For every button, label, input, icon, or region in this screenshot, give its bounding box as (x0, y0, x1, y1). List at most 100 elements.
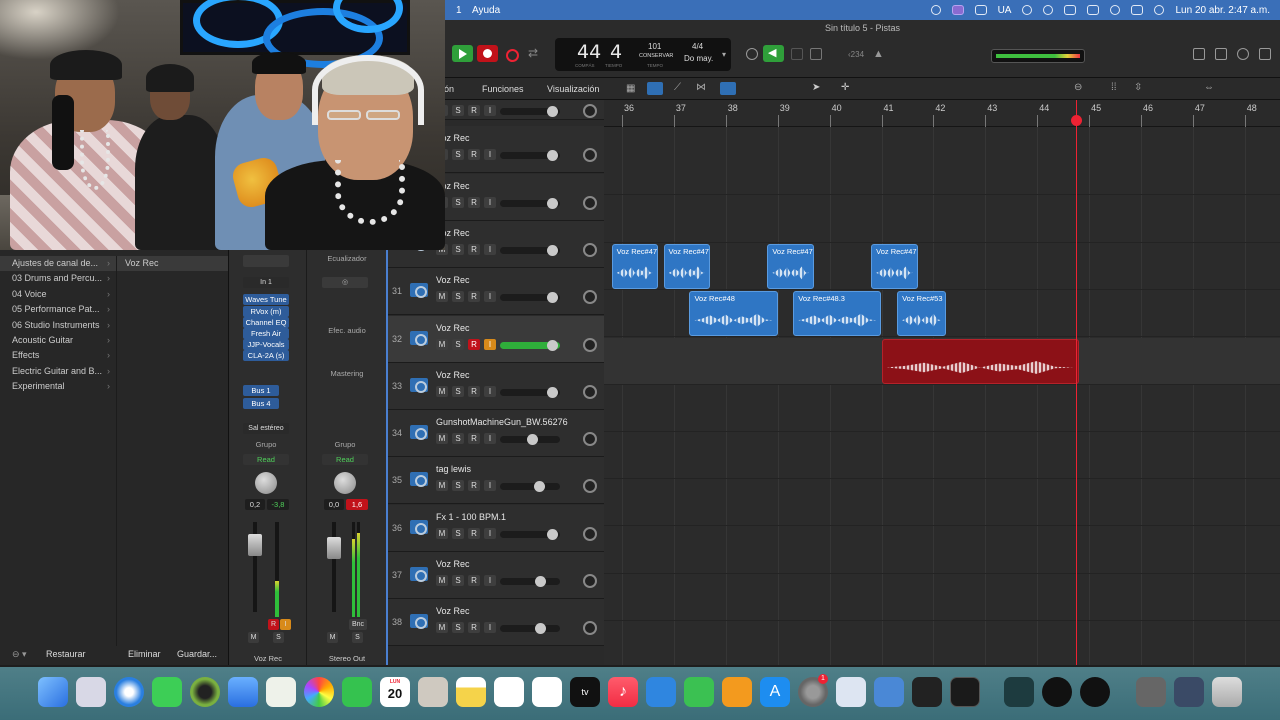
track-mute-button[interactable]: M (436, 385, 448, 397)
track-name[interactable]: Fx 1 - 100 BPM.1 (436, 512, 506, 522)
automation-mode[interactable]: Read (322, 454, 368, 465)
link-icon[interactable]: ◎ (322, 277, 368, 288)
safari-icon[interactable] (114, 677, 144, 707)
track-header[interactable]: 32 Voz Rec M S R I (388, 315, 606, 363)
delete-button[interactable]: Eliminar (128, 649, 161, 659)
view-menu[interactable]: Visualización (547, 84, 599, 94)
wifi-icon[interactable] (1064, 5, 1077, 15)
track-name[interactable]: Voz Rec (436, 323, 470, 333)
track-volume-slider[interactable] (500, 576, 560, 587)
playhead[interactable] (1071, 100, 1083, 665)
track-pan-knob[interactable] (583, 290, 597, 305)
track-volume-slider[interactable] (500, 150, 560, 162)
track-lane[interactable] (604, 574, 1280, 621)
output-slot[interactable]: Sal estéreo (243, 423, 289, 434)
track-input-monitor-button[interactable]: I (484, 433, 496, 445)
track-volume-slider[interactable] (500, 528, 560, 540)
audio-region[interactable]: Voz Rec#47 (871, 243, 918, 289)
library-category[interactable]: 06 Studio Instruments › (0, 318, 116, 333)
track-lane[interactable] (604, 196, 1280, 243)
logic-pro-icon[interactable] (950, 677, 980, 707)
track-input-monitor-button[interactable]: I (484, 149, 496, 161)
track-record-button[interactable]: R (468, 105, 480, 116)
library-category[interactable]: 05 Performance Pat... › (0, 302, 116, 317)
track-solo-button[interactable]: S (452, 385, 464, 397)
input-monitor-button[interactable]: I (280, 619, 291, 630)
track-volume-slider[interactable] (500, 244, 560, 256)
track-record-button[interactable]: R (468, 433, 480, 445)
tuner-icon[interactable] (791, 48, 803, 60)
metronome-speaker-icon[interactable]: ◀ (763, 45, 784, 62)
eq-display[interactable] (243, 255, 289, 267)
track-header[interactable]: 36 Fx 1 - 100 BPM.1 M S R I (388, 504, 606, 552)
track-pan-knob[interactable] (583, 526, 597, 541)
audio-region[interactable]: Voz Rec#48.3 (793, 291, 882, 337)
replace-mode-icon[interactable] (746, 48, 758, 60)
horizontal-zoom-icon[interactable]: ⇔ (1204, 82, 1214, 93)
track-mute-button[interactable]: M (436, 480, 448, 492)
capture-record-icon[interactable] (501, 45, 522, 62)
lcd-chevron-down-icon[interactable]: ▾ (722, 50, 726, 59)
track-record-button[interactable]: R (468, 622, 480, 634)
search-icon[interactable] (1110, 5, 1121, 15)
functions-menu[interactable]: Funciones (482, 84, 524, 94)
track-volume-slider[interactable] (500, 106, 560, 117)
zoom-options-icon[interactable]: ⊖ (1074, 82, 1082, 93)
track-record-button[interactable]: R (468, 149, 480, 161)
track-volume-slider[interactable] (500, 386, 560, 398)
system-settings-icon[interactable]: 1 (798, 674, 828, 707)
track-header[interactable]: 33 Voz Rec M S R I (388, 362, 606, 410)
mute-button[interactable]: M (327, 632, 338, 643)
music-icon[interactable]: ♪ (608, 677, 638, 707)
send-slot[interactable]: Bus 1 (243, 385, 279, 396)
mail-icon[interactable] (228, 677, 258, 707)
facetime-icon[interactable] (342, 677, 372, 707)
track-solo-button[interactable]: S (452, 527, 464, 539)
eq-label[interactable]: Ecualizador (308, 254, 386, 263)
track-input-monitor-button[interactable]: I (484, 385, 496, 397)
vpn-icon[interactable] (974, 5, 987, 15)
battery-status-icon[interactable] (930, 5, 941, 15)
audio-app-icon[interactable] (874, 677, 904, 707)
utility-app-icon[interactable] (912, 677, 942, 707)
loop-browser-icon[interactable] (1237, 48, 1249, 60)
track-input-monitor-button[interactable]: I (484, 622, 496, 634)
track-solo-button[interactable]: S (452, 480, 464, 492)
send-slot[interactable]: Bus 4 (243, 398, 279, 409)
track-volume-slider[interactable] (500, 434, 560, 446)
plugin-slot[interactable]: JJP-Vocals (243, 339, 289, 350)
audio-region[interactable]: Voz Rec#48 (689, 291, 778, 337)
track-input-monitor-button[interactable]: I (484, 575, 496, 586)
list-editors-icon[interactable] (1193, 48, 1205, 60)
track-input-monitor-button[interactable]: I (484, 291, 496, 303)
track-mute-button[interactable]: M (436, 527, 448, 539)
contacts-icon[interactable] (418, 677, 448, 707)
track-mute-button[interactable]: M (436, 433, 448, 445)
track-name[interactable]: Voz Rec (436, 559, 470, 569)
volume-fader[interactable] (327, 537, 341, 559)
track-volume-slider[interactable] (500, 197, 560, 209)
track-input-monitor-button[interactable]: I (484, 243, 496, 255)
track-name[interactable]: GunshotMachineGun_BW.56276 (436, 417, 568, 427)
track-solo-button[interactable]: S (452, 105, 464, 116)
catch-icon[interactable] (720, 82, 736, 95)
track-input-monitor-button[interactable]: I (484, 338, 496, 350)
notepad-icon[interactable] (1215, 48, 1227, 60)
track-solo-button[interactable]: S (452, 433, 464, 445)
track-mute-button[interactable]: M (436, 622, 448, 634)
track-record-button[interactable]: R (468, 291, 480, 303)
track-record-button[interactable]: R (468, 575, 480, 586)
track-pan-knob[interactable] (583, 479, 597, 494)
solo-button[interactable]: S (273, 632, 284, 643)
group-slot[interactable]: Grupo (322, 440, 368, 449)
datetime[interactable]: Lun 20 abr. 2:47 a.m. (1175, 5, 1270, 16)
clock-icon[interactable] (1043, 5, 1054, 15)
track-input-monitor-button[interactable]: I (484, 480, 496, 492)
track-name[interactable]: Voz Rec (436, 275, 470, 285)
menu-help[interactable]: Ayuda (464, 5, 508, 16)
track-record-button[interactable]: R (468, 480, 480, 492)
lcd-display[interactable]: 44 4 COMPÁS TIEMPO 101 CONSERVAR TEMPO 4… (555, 38, 731, 71)
keynote-icon[interactable] (646, 677, 676, 707)
green-app-icon[interactable] (190, 677, 220, 707)
freeform-icon[interactable] (532, 677, 562, 707)
